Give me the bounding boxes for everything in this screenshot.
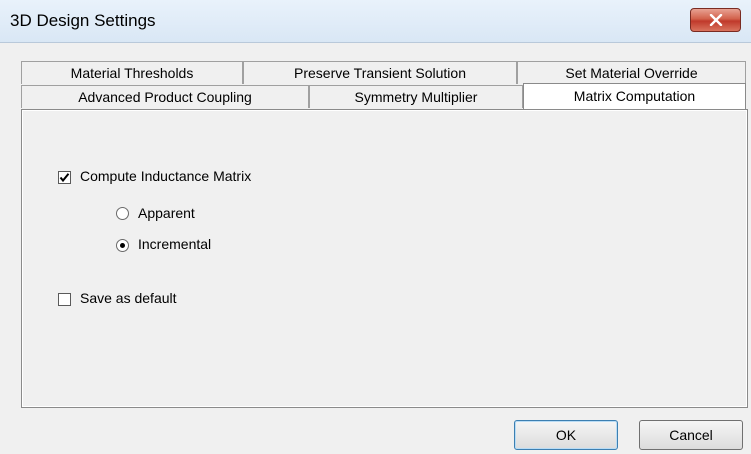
tab-label: Symmetry Multiplier [354, 89, 478, 105]
incremental-radio[interactable] [116, 239, 129, 252]
tab-page-content: Compute Inductance Matrix Apparent Incre… [23, 111, 746, 406]
title-bar: 3D Design Settings [0, 0, 751, 43]
tab-material-thresholds[interactable]: Material Thresholds [21, 61, 243, 84]
radio-selected-dot [120, 243, 125, 248]
tab-row-back: Material Thresholds Preserve Transient S… [21, 61, 748, 85]
compute-inductance-checkbox[interactable] [58, 171, 71, 184]
apparent-radio[interactable] [116, 207, 129, 220]
tab-row-front: Advanced Product Coupling Symmetry Multi… [21, 83, 748, 109]
checkmark-icon [59, 173, 70, 183]
apparent-label: Apparent [138, 205, 195, 221]
compute-inductance-label: Compute Inductance Matrix [80, 168, 252, 184]
incremental-label: Incremental [138, 236, 212, 252]
tab-label: Matrix Computation [573, 88, 696, 104]
save-as-default-checkbox[interactable] [58, 293, 71, 306]
tab-advanced-product-coupling[interactable]: Advanced Product Coupling [21, 85, 309, 108]
tab-matrix-computation[interactable]: Matrix Computation [523, 83, 746, 109]
tab-page-matrix-computation: Compute Inductance Matrix Apparent Incre… [21, 109, 748, 408]
tab-set-material-override[interactable]: Set Material Override [517, 61, 746, 84]
cancel-button[interactable]: Cancel [639, 420, 743, 450]
ok-button[interactable]: OK [514, 420, 618, 450]
tab-preserve-transient-solution[interactable]: Preserve Transient Solution [243, 61, 517, 84]
tab-label: Material Thresholds [70, 65, 194, 81]
tab-label: Advanced Product Coupling [78, 89, 252, 105]
save-as-default-label: Save as default [80, 290, 177, 306]
tab-label: Preserve Transient Solution [294, 65, 466, 81]
tab-symmetry-multiplier[interactable]: Symmetry Multiplier [309, 85, 523, 108]
tab-label: Set Material Override [565, 65, 698, 81]
dialog-body: Material Thresholds Preserve Transient S… [0, 43, 751, 454]
close-x-icon [709, 14, 722, 26]
close-button[interactable] [690, 8, 741, 32]
window-title: 3D Design Settings [10, 11, 156, 30]
